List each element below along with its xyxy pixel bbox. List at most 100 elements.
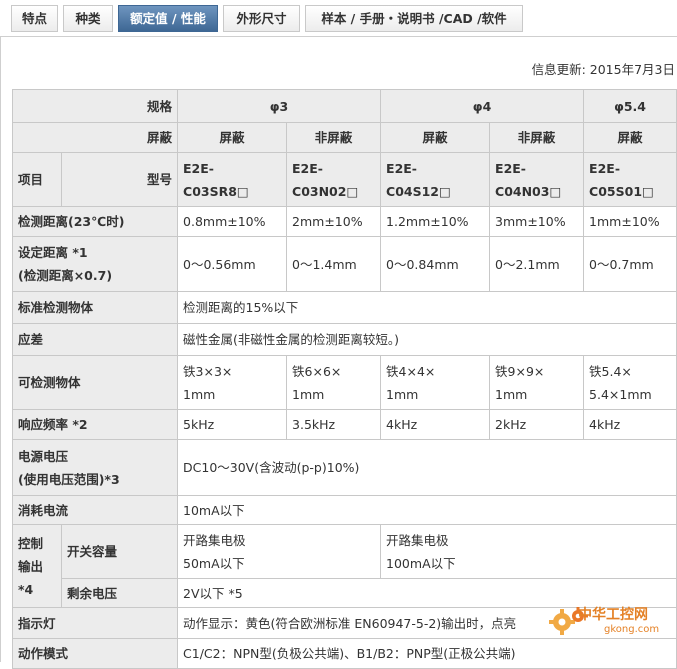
model-line2: C03SR8□ <box>183 183 249 199</box>
set-distance-label-line1: 设定距离 *1 <box>18 245 88 260</box>
detect-distance-value: 3mm±10% <box>489 206 585 237</box>
model-line2: C04N03□ <box>495 183 562 199</box>
hysteresis-value: 磁性金属(非磁性金属的检测距离较短。) <box>177 323 677 356</box>
hysteresis-label: 应差 <box>11 323 179 356</box>
model-line1: E2E- <box>292 160 323 176</box>
phi4-header: φ4 <box>380 89 585 123</box>
watermark-text: 中华工控网 <box>578 607 648 623</box>
row-switch-capacity: 控制 输出 *4 开关容量 开路集电极 50mA以下 开路集电极 100mA以下 <box>12 524 677 608</box>
row-power-voltage: 电源电压 (使用电压范围)*3 DC10～30V(含波动(p-p)10%) <box>11 439 677 496</box>
detect-distance-value: 2mm±10% <box>286 206 382 237</box>
control-label-line2: 输出 <box>18 558 44 574</box>
detectable-line1: 铁5.4× <box>589 363 632 379</box>
model-line2: C04S12□ <box>386 183 451 199</box>
standard-object-label: 标准检测物体 <box>11 291 179 324</box>
tab-ratings-performance[interactable]: 额定值 / 性能 <box>118 5 218 32</box>
row-spec: 规格 φ3 φ4 φ5.4 <box>11 89 677 123</box>
model-line1: E2E- <box>386 160 417 176</box>
power-label-line1: 电源电压 <box>18 448 69 464</box>
switch-capacity-value-a: 开路集电极 50mA以下 <box>177 524 382 579</box>
set-distance-value: 0～0.84mm <box>380 236 491 292</box>
model-line2: C05S01□ <box>589 183 654 199</box>
response-frequency-value: 2kHz <box>489 409 585 440</box>
current-consumption-value: 10mA以下 <box>177 495 677 525</box>
detectable-line1: 铁9×9× <box>495 363 545 379</box>
detectable-object-value: 铁4×4× 1mm <box>380 355 491 410</box>
tab-types[interactable]: 种类 <box>63 5 113 32</box>
row-detect-distance: 检测距离(23℃时) 0.8mm±10% 2mm±10% 1.2mm±10% 3… <box>11 206 677 237</box>
row-current-consumption: 消耗电流 10mA以下 <box>11 495 677 525</box>
model-cell: E2E- C03SR8□ <box>177 152 288 207</box>
set-distance-value: 0～1.4mm <box>286 236 382 292</box>
spec-header: 规格 <box>11 89 179 123</box>
model-line1: E2E- <box>183 160 214 176</box>
detectable-object-label: 可检测物体 <box>11 355 179 410</box>
watermark-logo: 中华工控网 gkong.com <box>548 602 672 642</box>
watermark-domain: gkong.com <box>604 624 660 635</box>
model-line2: C03N02□ <box>292 183 359 199</box>
standard-object-value: 检测距离的15%以下 <box>177 291 677 324</box>
detectable-line2: 1mm <box>495 386 528 402</box>
switch-a-line1: 开路集电极 <box>183 532 246 548</box>
model-cell: E2E- C04N03□ <box>489 152 585 207</box>
detectable-object-value: 铁9×9× 1mm <box>489 355 585 410</box>
update-date: 信息更新: 2015年7月3日 <box>531 62 675 77</box>
power-label-line2: (使用电压范围)*3 <box>18 471 120 487</box>
row-standard-object: 标准检测物体 检测距离的15%以下 <box>11 291 677 324</box>
detectable-line2: 1mm <box>386 386 419 402</box>
phi54-header: φ5.4 <box>583 89 677 123</box>
phi3-header: φ3 <box>177 89 382 123</box>
control-output-label: 控制输出 *4 <box>12 524 62 608</box>
set-distance-value: 0～0.56mm <box>177 236 288 292</box>
detectable-line2: 1mm <box>292 386 325 402</box>
tab-bar: 特点 种类 额定值 / 性能 外形尺寸 样本 / 手册・说明书 /CAD /软件 <box>0 0 677 37</box>
tab-features[interactable]: 特点 <box>11 5 58 32</box>
tab-dimensions[interactable]: 外形尺寸 <box>223 5 300 32</box>
detectable-line2: 5.4×1mm <box>589 386 652 402</box>
switch-capacity-value-b: 开路集电极 100mA以下 <box>380 524 677 579</box>
detectable-line1: 铁3×3× <box>183 363 233 379</box>
output-type-value: C1/C2：NPN型(负极公共端)、B1/B2：PNP型(正极公共端) <box>177 638 677 669</box>
switch-b-line1: 开路集电极 <box>386 532 449 548</box>
control-label-line1: 控制 <box>18 535 44 551</box>
row-shield: 屏蔽 屏蔽 非屏蔽 屏蔽 非屏蔽 屏蔽 <box>11 122 677 153</box>
response-frequency-value: 5kHz <box>177 409 288 440</box>
model-header: 型号 <box>60 152 179 207</box>
set-distance-label: 设定距离 *1 (检测距离×0.7) <box>11 236 179 292</box>
output-type-label: 动作模式 <box>11 638 179 669</box>
shield-header: 屏蔽 <box>11 122 179 153</box>
detectable-object-value: 铁6×6× 1mm <box>286 355 382 410</box>
model-line1: E2E- <box>589 160 621 176</box>
row-detectable-object: 可检测物体 铁3×3× 1mm 铁6×6× 1mm 铁4×4× 1mm 铁9×9× 1m… <box>11 355 677 410</box>
detectable-line1: 铁6×6× <box>292 363 342 379</box>
detectable-object-value: 铁5.4× 5.4×1mm <box>583 355 677 410</box>
model-cell: E2E- C03N02□ <box>286 152 382 207</box>
response-frequency-value: 3.5kHz <box>286 409 382 440</box>
row-response-frequency: 响应频率 *2 5kHz 3.5kHz 4kHz 2kHz 4kHz <box>11 409 677 440</box>
detectable-object-value: 铁3×3× 1mm <box>177 355 288 410</box>
detect-distance-value: 1mm±10% <box>583 206 677 237</box>
spec-table: 规格 φ3 φ4 φ5.4 屏蔽 屏蔽 非屏蔽 屏蔽 非屏蔽 屏蔽 项目 型号 … <box>11 89 677 669</box>
model-cell: E2E- C05S01□ <box>583 152 677 207</box>
row-hysteresis: 应差 磁性金属(非磁性金属的检测距离较短。) <box>11 323 677 356</box>
switch-b-line2: 100mA以下 <box>386 555 456 571</box>
detect-distance-value: 0.8mm±10% <box>177 206 288 237</box>
control-label-line3: *4 <box>18 581 34 597</box>
item-header: 项目 <box>12 152 62 207</box>
shield-col-4: 非屏蔽 <box>489 122 585 153</box>
detect-distance-value: 1.2mm±10% <box>380 206 491 237</box>
power-voltage-label: 电源电压 (使用电压范围)*3 <box>11 439 179 496</box>
model-cell: E2E- C04S12□ <box>380 152 491 207</box>
set-distance-value: 0～2.1mm <box>489 236 585 292</box>
shield-col-3: 屏蔽 <box>380 122 491 153</box>
tab-catalog-manual-cad[interactable]: 样本 / 手册・说明书 /CAD /软件 <box>305 5 523 32</box>
power-voltage-value: DC10～30V(含波动(p-p)10%) <box>177 439 677 496</box>
detectable-line2: 1mm <box>183 386 216 402</box>
response-frequency-label: 响应频率 *2 <box>11 409 179 440</box>
detectable-line1: 铁4×4× <box>386 363 436 379</box>
detect-distance-label: 检测距离(23℃时) <box>11 206 179 237</box>
current-consumption-label: 消耗电流 <box>11 495 179 525</box>
row-model: 项目 型号 E2E- C03SR8□ E2E- C03N02□ E2E- C04S12… <box>12 152 677 207</box>
residual-voltage-label: 剩余电压 <box>60 578 179 608</box>
shield-col-1: 屏蔽 <box>177 122 288 153</box>
